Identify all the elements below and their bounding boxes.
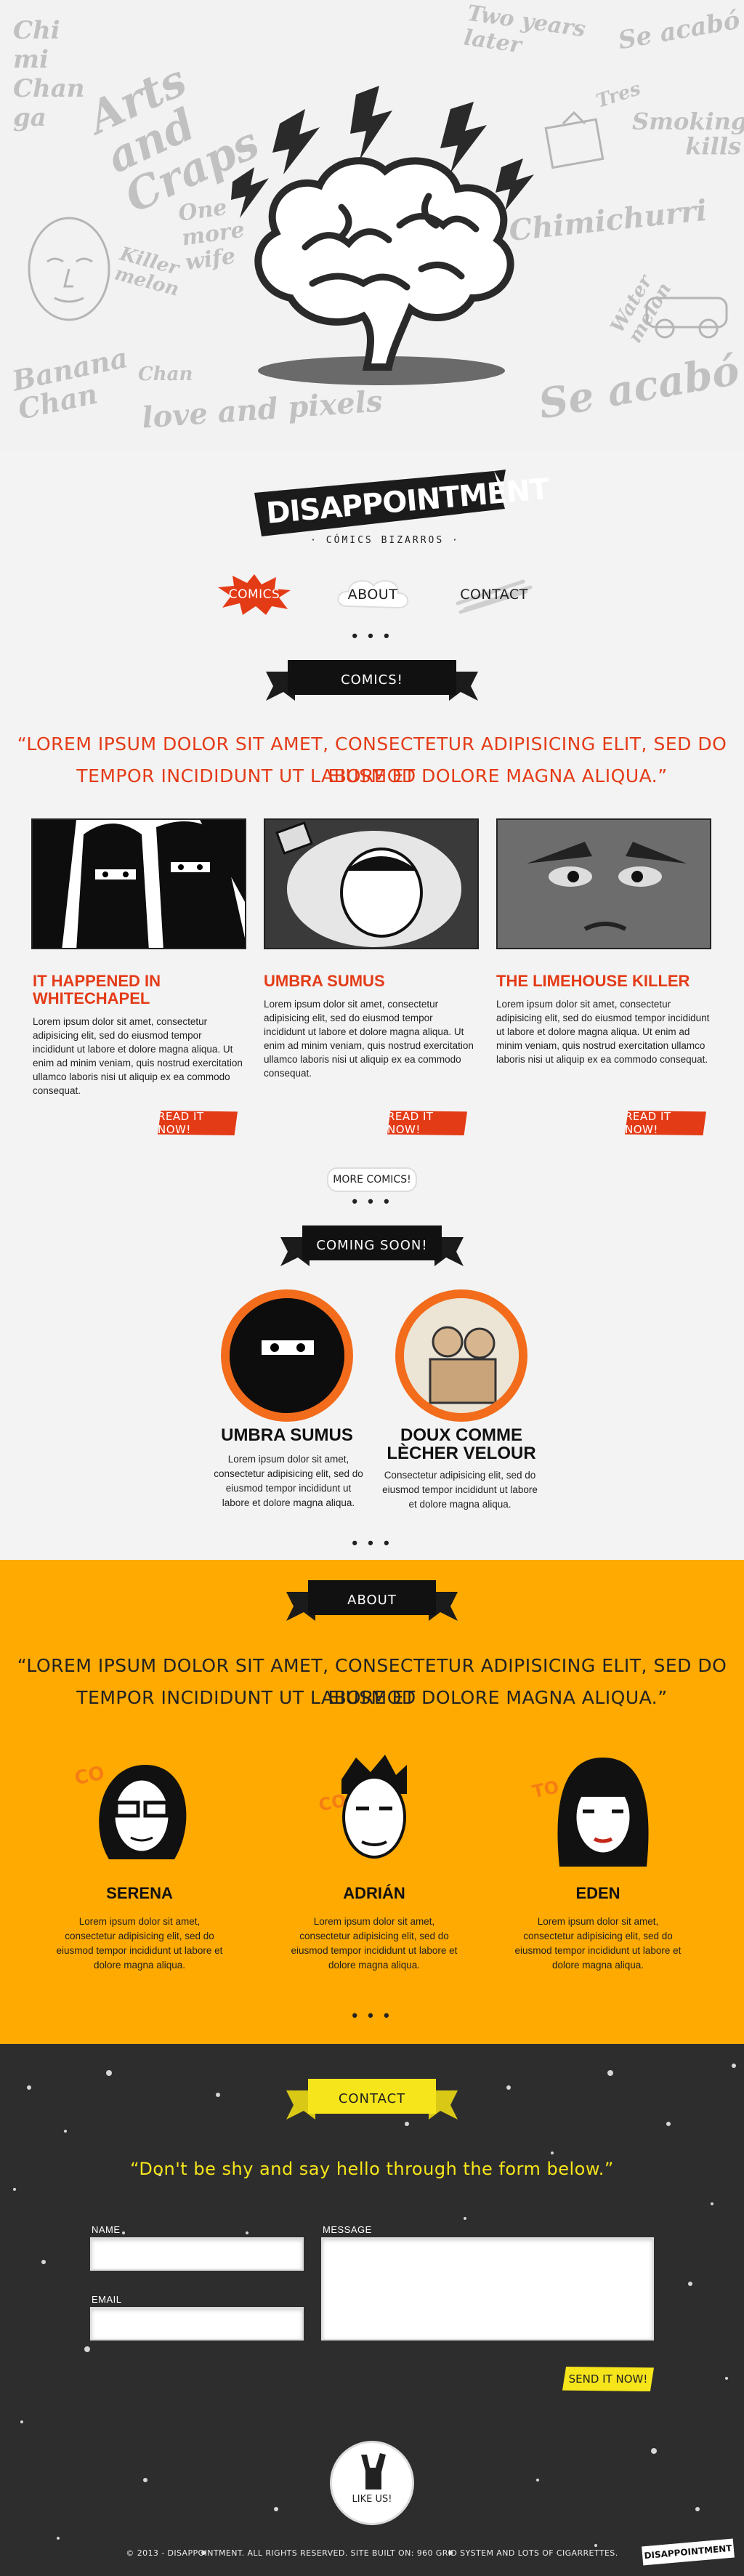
contact-quote: “Don't be shy and say hello through the … xyxy=(130,2159,614,2179)
ribbon-label: COMICS! xyxy=(341,672,403,688)
contact-ribbon: CONTACT xyxy=(286,2074,458,2120)
doodle-text: love and pixels xyxy=(140,384,384,435)
section-divider-dots: • • • xyxy=(352,2006,392,2024)
eden-portrait-icon: TO xyxy=(530,1758,649,1867)
section-divider-dots: • • • xyxy=(352,1534,392,1552)
brain-illustration-icon xyxy=(231,86,534,385)
nav-about[interactable]: ABOUT xyxy=(333,574,413,615)
email-label: EMAIL xyxy=(92,2294,122,2305)
comic-description: Lorem ipsum dolor sit amet, consectetur … xyxy=(264,999,474,1079)
ribbon-label: CONTACT xyxy=(338,2090,406,2106)
comic-cover-limehouse-killer[interactable] xyxy=(496,818,711,949)
name-input[interactable] xyxy=(90,2237,304,2271)
doodle-text: Chan xyxy=(138,363,193,385)
logo-tagline: · CÓMICS BIZARROS · xyxy=(310,535,460,546)
figures-art xyxy=(404,1298,519,1413)
coming-soon-cover-umbra[interactable] xyxy=(221,1289,353,1422)
comic-title: THE LIMEHOUSE KILLER xyxy=(496,972,690,990)
nav-comics[interactable]: COMICS xyxy=(218,574,291,615)
falling-man-art xyxy=(265,820,477,948)
rock-hand-icon xyxy=(361,2453,386,2490)
svg-text:CO: CO xyxy=(73,1762,107,1790)
read-it-now-button[interactable]: READ IT NOW! xyxy=(625,1111,706,1135)
about-ribbon: ABOUT xyxy=(286,1576,458,1621)
message-label: MESSAGE xyxy=(323,2224,372,2235)
member-name: EDEN xyxy=(575,1884,620,1902)
cover-image xyxy=(404,1298,519,1413)
send-it-now-button[interactable]: SEND IT NOW! xyxy=(562,2367,654,2391)
site-logo[interactable]: DISAPPOINTMENT · CÓMICS BIZARROS · xyxy=(247,464,550,551)
coming-soon-description: Consectetur adipisicing elit, sed do eiu… xyxy=(382,1470,538,1510)
like-us-button[interactable]: LIKE US! xyxy=(330,2441,414,2525)
coming-soon-cover-doux[interactable] xyxy=(395,1289,527,1422)
message-textarea[interactable] xyxy=(321,2237,654,2340)
read-it-now-button[interactable]: READ IT NOW! xyxy=(387,1111,467,1135)
name-label: NAME xyxy=(92,2224,121,2235)
doodle-text: Se acabó xyxy=(615,5,743,56)
comic-cover-umbra-sumus[interactable] xyxy=(264,818,479,949)
member-bio: Lorem ipsum dolor sit amet, consectetur … xyxy=(514,1916,682,1971)
coming-soon-title: UMBRA SUMUS xyxy=(221,1425,353,1445)
comics-ribbon: COMICS! xyxy=(266,656,478,701)
comic-cover-whitechapel[interactable] xyxy=(31,818,246,949)
angry-face-art xyxy=(498,820,710,948)
nav-contact[interactable]: CONTACT xyxy=(450,574,538,615)
about-section: ABOUT “LOREM IPSUM DOLOR SIT AMET, CONSE… xyxy=(0,1560,744,2044)
contact-section: CONTACT “Don't be shy and say hello thro… xyxy=(0,2044,744,2576)
ribbon-label: COMING SOON! xyxy=(316,1237,428,1253)
coming-soon-ribbon: COMING SOON! xyxy=(280,1221,464,1266)
bald-man-doodle-icon xyxy=(28,217,110,321)
coming-soon-title: DOUX COMME LÈCHER VELOUR xyxy=(387,1425,536,1463)
more-comics-button[interactable]: MORE COMICS! xyxy=(327,1167,417,1192)
doodle-text: Smoking kills xyxy=(632,108,744,160)
comic-description: Lorem ipsum dolor sit amet, consectetur … xyxy=(33,1016,243,1096)
veiled-women-art xyxy=(33,820,245,948)
svg-text:TO: TO xyxy=(530,1776,561,1802)
read-it-now-button[interactable]: READ IT NOW! xyxy=(158,1111,238,1135)
ribbon-label: ABOUT xyxy=(347,1592,397,1608)
comic-title: UMBRA SUMUS xyxy=(264,972,385,990)
nav-contact-label: CONTACT xyxy=(460,587,528,603)
email-input[interactable] xyxy=(90,2307,304,2340)
nav-comics-label: COMICS xyxy=(228,587,280,602)
doodle-text: Se acabó xyxy=(535,346,743,429)
comic-title: IT HAPPENED IN WHITECHAPEL xyxy=(33,972,161,1007)
footer-copyright: © 2013 - DISAPPOINTMENT. ALL RIGHTS RESE… xyxy=(126,2548,618,2558)
nav-about-label: ABOUT xyxy=(347,587,398,603)
member-name: SERENA xyxy=(106,1884,173,1902)
comic-description: Lorem ipsum dolor sit amet, consectetur … xyxy=(496,999,710,1065)
section-divider-dots: • • • xyxy=(352,627,392,645)
doodle-text: Chi mi Chan ga xyxy=(13,16,85,132)
about-quote-line-2: TEMPOR INCIDIDUNT UT LABORE ET DOLORE MA… xyxy=(76,1687,668,1708)
comics-quote-line-2: TEMPOR INCIDIDUNT UT LABORE ET DOLORE MA… xyxy=(76,765,668,786)
adrian-portrait-icon: CO xyxy=(317,1755,407,1859)
hero-doodle-banner: Chi mi Chan ga Arts and Craps Two years … xyxy=(0,0,744,451)
doodle-text: Two years later xyxy=(462,0,588,59)
like-us-label: LIKE US! xyxy=(352,2494,392,2505)
cover-image xyxy=(230,1298,344,1413)
veiled-figure-art xyxy=(230,1298,344,1413)
doodle-text: Banana Chan xyxy=(9,340,131,426)
member-bio: Lorem ipsum dolor sit amet, consectetur … xyxy=(291,1916,458,1971)
car-doodle-icon xyxy=(645,297,728,339)
coming-soon-description: Lorem ipsum dolor sit amet, consectetur … xyxy=(214,1454,363,1508)
section-divider-dots: • • • xyxy=(352,1192,392,1210)
member-name: ADRIÁN xyxy=(343,1884,405,1902)
member-bio: Lorem ipsum dolor sit amet, consectetur … xyxy=(56,1916,223,1971)
serena-portrait-icon: CO xyxy=(73,1762,187,1859)
